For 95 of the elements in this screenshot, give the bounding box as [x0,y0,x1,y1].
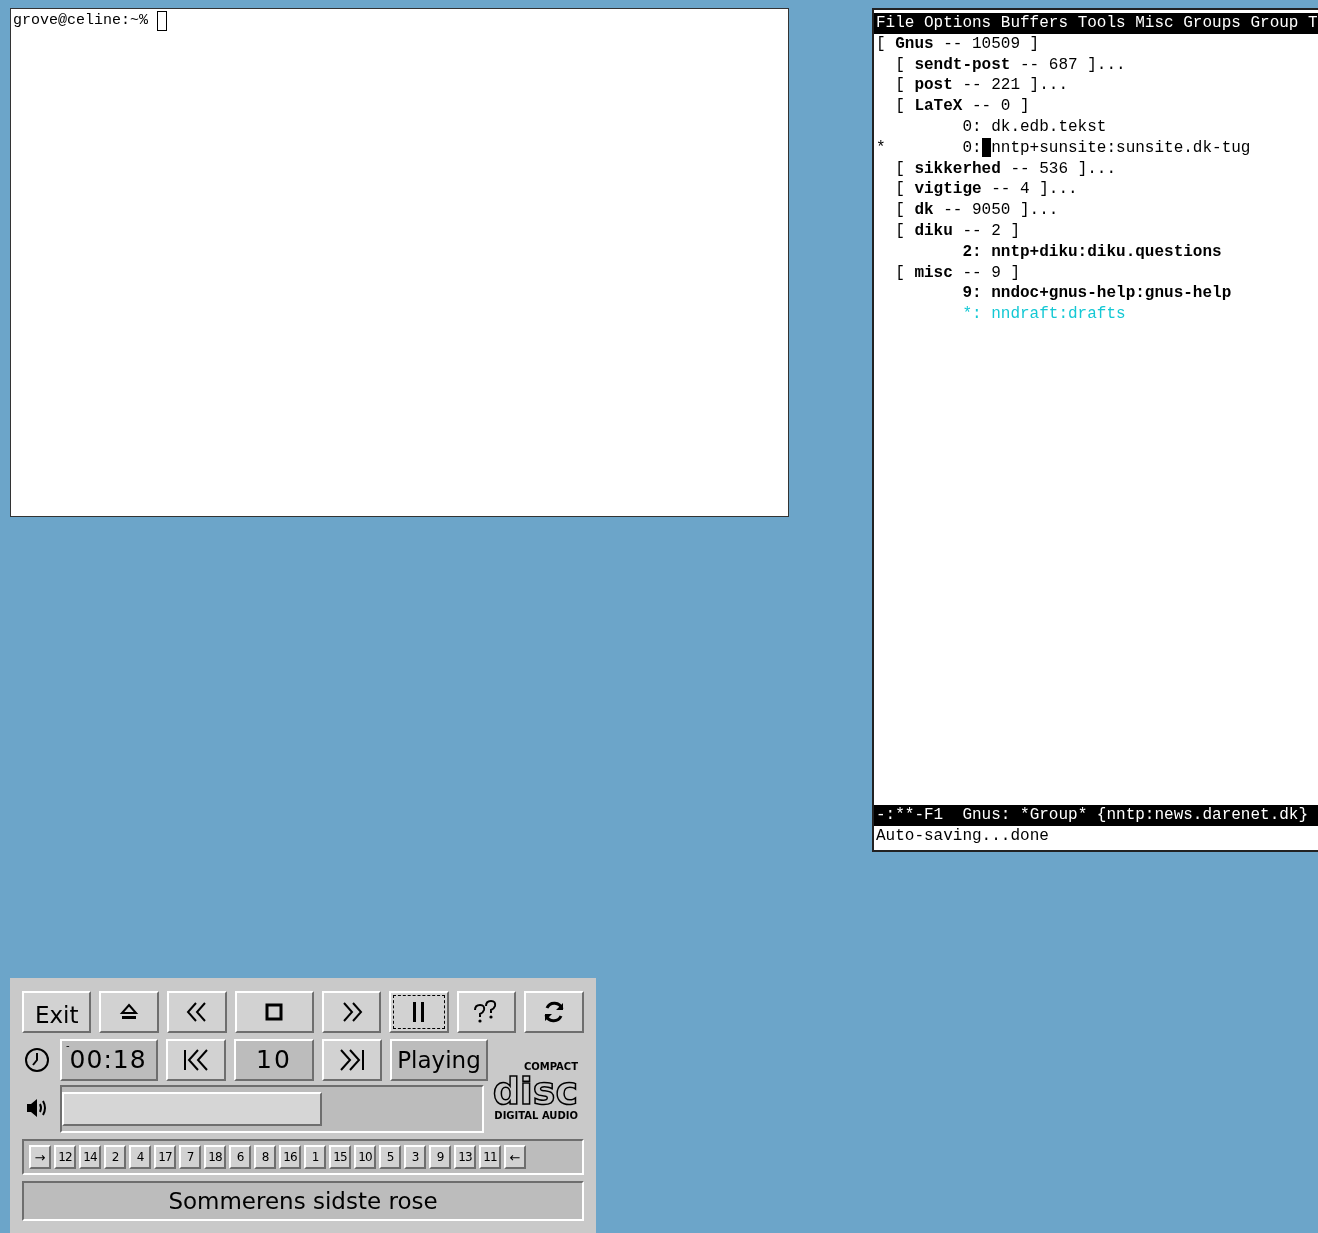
stop-button[interactable] [234,991,314,1033]
stop-icon [265,1003,284,1021]
rewind-button[interactable] [167,991,227,1033]
status-display: Playing [390,1039,488,1081]
group-count: 0: [962,117,982,138]
forward-button[interactable] [321,991,382,1033]
volume-slider[interactable] [60,1085,484,1133]
skip-back-icon [182,1048,210,1072]
topic-name[interactable]: dk [914,200,934,221]
topic-bracket: [ [895,158,905,180]
menu-item[interactable]: Options [924,13,992,34]
topic-bracket: [ [876,33,886,55]
topic-count: -- 221 ]... [962,75,1069,97]
group-count: 0: [962,137,982,159]
previous-track-button[interactable] [166,1039,226,1081]
topic-name[interactable]: post [914,75,953,97]
topic-bracket: [ [895,75,905,97]
menu-item[interactable]: T [1308,13,1318,34]
cycle-button[interactable] [524,991,584,1033]
track-button[interactable]: 3 [404,1145,426,1169]
topic-bracket: [ [895,200,905,221]
track-button[interactable]: 13 [454,1145,476,1169]
pause-button[interactable] [389,991,449,1033]
eject-icon [119,1002,140,1022]
topic-count: -- 9 ] [962,262,1020,284]
skip-forward-icon [338,1048,366,1072]
logo-disc: disc [492,1072,578,1110]
track-button[interactable]: 8 [254,1145,276,1169]
pause-icon [412,1001,427,1023]
track-button[interactable]: 2 [104,1145,126,1169]
group-name[interactable]: nntp+diku:diku.questions [991,241,1222,263]
topic-name[interactable]: misc [914,262,953,284]
next-track-button[interactable] [322,1039,382,1081]
track-button[interactable]: 11 [479,1145,501,1169]
track-button[interactable]: 17 [154,1145,176,1169]
group-count: 2: [962,241,982,263]
track-button[interactable]: 14 [79,1145,101,1169]
text-cursor [157,11,168,31]
topic-bracket: [ [895,54,905,76]
track-button[interactable]: 4 [129,1145,151,1169]
track-title: Sommerens sidste rose [22,1181,584,1221]
topic-name[interactable]: Gnus [895,33,934,55]
echo-area: Auto-saving...done [874,826,1318,850]
group-name[interactable]: nndoc+gnus-help:gnus-help [991,283,1232,305]
track-button[interactable]: 5 [379,1145,401,1169]
topic-bracket: [ [895,220,905,242]
topic-count: -- 4 ]... [991,179,1078,201]
playlist-end-button[interactable]: ← [504,1145,526,1169]
topic-count: -- 0 ] [972,96,1030,117]
exit-button[interactable]: Exit [22,991,92,1033]
topic-count: -- 9050 ]... [943,200,1059,221]
menu-item[interactable]: Buffers [1000,13,1069,34]
shell-prompt: grove@celine:~% [13,11,149,31]
menu-item[interactable]: Misc [1135,13,1174,34]
topic-count: -- 2 ] [962,220,1020,242]
group-count: *: [962,304,982,325]
playlist-start-button[interactable]: → [29,1145,51,1169]
track-button[interactable]: 7 [179,1145,201,1169]
topic-count: -- 536 ]... [1010,158,1117,180]
topic-name[interactable]: LaTeX [914,96,963,117]
track-button[interactable]: 1 [304,1145,326,1169]
rewind-icon [184,1001,209,1023]
topic-bracket: [ [895,262,905,284]
topic-name[interactable]: vigtige [914,179,982,201]
topic-count: -- 10509 ] [943,33,1040,55]
group-name[interactable]: dk.edb.tekst [991,117,1107,138]
elapsed-time: 00:18 [69,1044,147,1077]
track-button[interactable]: 18 [204,1145,226,1169]
track-number: 10 [234,1039,314,1081]
menu-item[interactable]: Tools [1077,13,1126,34]
track-button[interactable]: 9 [429,1145,451,1169]
track-button[interactable]: 12 [54,1145,76,1169]
topic-count: -- 687 ]... [1020,54,1126,76]
group-name[interactable]: nntp+sunsite:sunsite.dk-tug [991,137,1251,159]
speaker-icon [25,1097,49,1119]
topic-name[interactable]: sendt-post [914,54,1011,76]
group-count: 9: [962,283,982,305]
topic-bracket: [ [895,179,905,201]
menu-item[interactable]: Groups [1183,13,1241,34]
topic-name[interactable]: sikkerhed [914,158,1001,180]
process-mark: * [876,138,886,157]
track-button[interactable]: 6 [229,1145,251,1169]
track-button[interactable]: 16 [279,1145,301,1169]
track-button[interactable]: 10 [354,1145,376,1169]
track-button[interactable]: 15 [329,1145,351,1169]
logo-digital-audio: DIGITAL AUDIO [494,1110,578,1122]
help-button[interactable] [456,991,517,1033]
topic-name[interactable]: diku [914,220,953,242]
clock-icon [24,1047,50,1073]
menu-item[interactable]: Group [1250,13,1299,34]
time-sign: - [66,1041,70,1051]
topic-bracket: [ [895,96,905,117]
menu-item[interactable]: File [876,13,915,34]
eject-button[interactable] [99,991,159,1033]
logo-compact: COMPACT [523,1061,578,1072]
